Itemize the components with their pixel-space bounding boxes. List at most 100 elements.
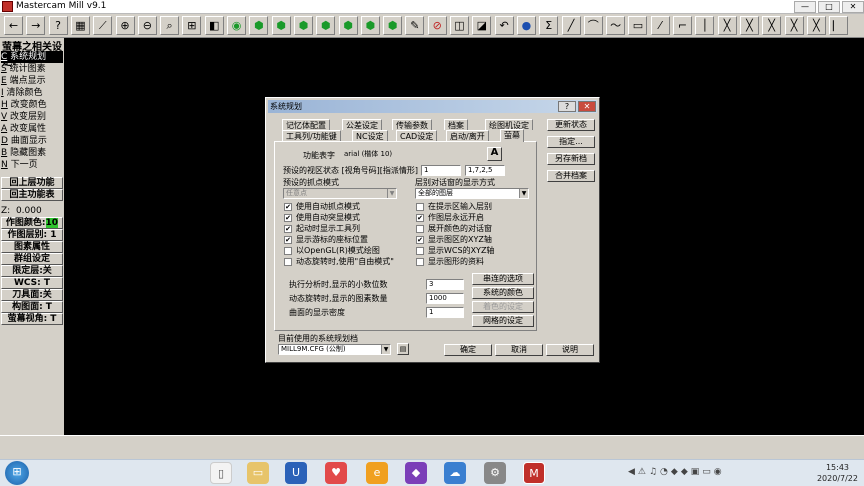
show-wcs-checkbox[interactable] xyxy=(416,247,424,255)
toolbar-view-iso-icon[interactable]: ⬢ xyxy=(316,16,336,35)
free-rotate-checkbox[interactable] xyxy=(284,258,292,266)
toolbar-arc-icon[interactable]: ⌒ xyxy=(583,16,603,35)
cloud-app-icon[interactable]: ☁ xyxy=(444,462,466,484)
clock[interactable]: 15:43 2020/7/22 xyxy=(817,462,858,484)
toolbar-view-a-icon[interactable]: ⬢ xyxy=(338,16,358,35)
density-field[interactable]: 1 xyxy=(426,307,464,318)
toolbar-x5-icon[interactable]: ╳ xyxy=(806,16,826,35)
toolbar-delete-icon[interactable]: ⊘ xyxy=(427,16,447,35)
toolbar-calc-icon[interactable]: ▦ xyxy=(70,16,90,35)
close-window-button[interactable]: ✕ xyxy=(842,1,864,13)
toolbar-line-tool-icon[interactable]: ⟋ xyxy=(93,16,113,35)
save-as-button[interactable]: 另存新档 xyxy=(547,153,595,165)
viewport-number-field[interactable]: 1 xyxy=(421,165,461,176)
toolbar-shade-icon[interactable]: ◉ xyxy=(227,16,246,35)
system-colors-button[interactable]: 系统的颜色 xyxy=(472,287,534,299)
toolbar-edit-icon[interactable]: ✎ xyxy=(405,16,425,35)
tab-transfer[interactable]: 传输参数 xyxy=(392,119,432,130)
tab-cad[interactable]: CAD设定 xyxy=(396,130,438,141)
color-button[interactable]: 作图颜色:10 xyxy=(1,217,63,229)
current-config-select[interactable]: MILL9M.CFG (公制) ▼ xyxy=(278,344,391,355)
menu-item-hide-entities[interactable]: B 隐藏图素 xyxy=(1,147,63,159)
toolbar-x3-icon[interactable]: ╳ xyxy=(762,16,782,35)
chain-options-button[interactable]: 串连的选项 xyxy=(472,273,534,285)
assign-button[interactable]: 指定... xyxy=(547,136,595,148)
toolbar-zoom-out-icon[interactable]: ⊖ xyxy=(137,16,157,35)
dialog-close-icon[interactable]: ✕ xyxy=(578,101,596,112)
toolplane-button[interactable]: 刀具面:关 xyxy=(1,289,63,301)
decimals-field[interactable]: 3 xyxy=(426,279,464,290)
document-icon[interactable]: ▯ xyxy=(210,462,232,484)
update-status-button[interactable]: 更新状态 xyxy=(547,119,595,131)
toolbar-spline-icon[interactable]: 〜 xyxy=(606,16,626,35)
help-button[interactable]: 说明 xyxy=(546,344,594,356)
menu-item-change-attr[interactable]: A 改变属性 xyxy=(1,123,63,135)
cplane-button[interactable]: 构图面: T xyxy=(1,301,63,313)
expand-color-checkbox[interactable] xyxy=(416,225,424,233)
folder-icon[interactable]: ▭ xyxy=(247,462,269,484)
toolbar-sphere-icon[interactable]: ● xyxy=(516,16,536,35)
toolbar-x1-icon[interactable]: ╳ xyxy=(717,16,737,35)
minimize-button[interactable]: — xyxy=(794,1,816,13)
viewport-assign-field[interactable]: 1,7,2,5 xyxy=(465,165,505,176)
auto-highlight-checkbox[interactable]: ✔ xyxy=(284,214,292,222)
ok-button[interactable]: 确定 xyxy=(444,344,492,356)
layer-dialog-select[interactable]: 全部的图层 ▼ xyxy=(415,188,529,199)
shield-app-icon[interactable]: U xyxy=(285,462,307,484)
tray-icons[interactable]: ◀⚠♫◔◆◆▣▭◉ xyxy=(628,467,725,477)
tab-toolbar-keys[interactable]: 工具列/功能键 xyxy=(282,130,341,141)
show-toolbar-checkbox[interactable]: ✔ xyxy=(284,225,292,233)
menu-item-statistics[interactable]: S 统计图素 xyxy=(1,63,63,75)
menu-item-clear-color[interactable]: I 清除颜色 xyxy=(1,87,63,99)
toolbar-view-b-icon[interactable]: ⬢ xyxy=(360,16,380,35)
toolbar-analyze-icon[interactable]: Σ xyxy=(539,16,559,35)
menu-item-system-config[interactable]: C 系统规划 xyxy=(1,51,63,63)
gview-button[interactable]: 萤幕视角: T xyxy=(1,313,63,325)
toolbar-back-icon[interactable]: ← xyxy=(4,16,23,35)
merge-file-button[interactable]: 合并档案 xyxy=(547,170,595,182)
font-button[interactable]: A xyxy=(487,147,502,161)
menu-item-change-layer[interactable]: V 改变层别 xyxy=(1,111,63,123)
maximize-button[interactable]: □ xyxy=(818,1,840,13)
limit-layer-button[interactable]: 限定层:关 xyxy=(1,265,63,277)
config-file-icon[interactable]: ▤ xyxy=(397,343,409,355)
show-data-checkbox[interactable] xyxy=(416,258,424,266)
menu-item-change-color[interactable]: H 改变颜色 xyxy=(1,99,63,111)
toolbar-rect-icon[interactable]: ▭ xyxy=(628,16,648,35)
toolbar-color-icon[interactable]: ◪ xyxy=(472,16,492,35)
heart-app-icon[interactable]: ♥ xyxy=(325,462,347,484)
mastercam-task-icon[interactable]: M xyxy=(523,462,545,484)
opengl-checkbox[interactable] xyxy=(284,247,292,255)
main-menu-button[interactable]: 回主功能表 xyxy=(1,189,63,201)
toolbar-chamfer-icon[interactable]: ⁄ xyxy=(650,16,670,35)
tab-tolerance[interactable]: 公差设定 xyxy=(342,119,382,130)
toolbar-layer-icon[interactable]: ◫ xyxy=(450,16,469,35)
shading-settings-button[interactable]: 着色的设定 xyxy=(472,301,534,313)
layer-always-on-checkbox[interactable]: ✔ xyxy=(416,214,424,222)
tab-startup[interactable]: 启动/离开 xyxy=(446,130,489,141)
toolbar-view-c-icon[interactable]: ⬢ xyxy=(383,16,403,35)
toolbar-x2-icon[interactable]: ╳ xyxy=(739,16,759,35)
mesh-settings-button[interactable]: 网格的设定 xyxy=(472,315,534,327)
menu-item-endpoint[interactable]: E 端点显示 xyxy=(1,75,63,87)
toolbar-repaint-icon[interactable]: ◧ xyxy=(204,16,224,35)
toolbar-view-top-icon[interactable]: ⬢ xyxy=(249,16,269,35)
toolbar-trim-icon[interactable]: │ xyxy=(695,16,715,35)
toolbar-undo-icon[interactable]: ↶ xyxy=(494,16,514,35)
toolbar-zoom-window-icon[interactable]: ⌕ xyxy=(160,16,180,35)
media-app-icon[interactable]: ◆ xyxy=(405,462,427,484)
toolbar-forward-icon[interactable]: → xyxy=(26,16,46,35)
toolbar-fillet-icon[interactable]: ⌐ xyxy=(673,16,692,35)
toolbar-end-icon[interactable]: ⎸ xyxy=(829,16,849,35)
cancel-button[interactable]: 取消 xyxy=(495,344,543,356)
browser-icon[interactable]: e xyxy=(366,462,388,484)
rotate-count-field[interactable]: 1000 xyxy=(426,293,464,304)
auto-snap-checkbox[interactable]: ✔ xyxy=(284,203,292,211)
menu-item-next-page[interactable]: N 下一页 xyxy=(1,159,63,171)
toolbar-zoom-in-icon[interactable]: ⊕ xyxy=(115,16,135,35)
show-xyz-checkbox[interactable]: ✔ xyxy=(416,236,424,244)
start-button[interactable]: ⊞ xyxy=(5,461,29,485)
toolbar-help-icon[interactable]: ? xyxy=(48,16,68,35)
tab-screen[interactable]: 萤幕 xyxy=(500,129,524,142)
wcs-button[interactable]: WCS: T xyxy=(1,277,63,289)
